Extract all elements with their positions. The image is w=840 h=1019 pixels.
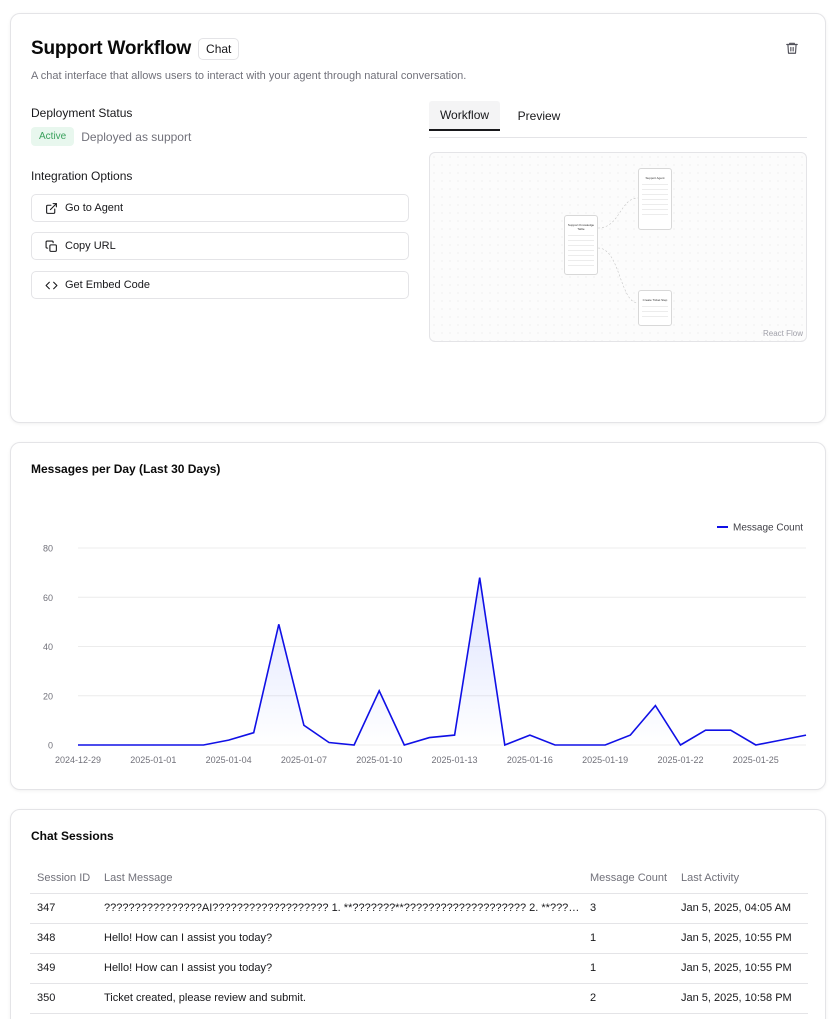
last-message: ????????????????AI??????????????????? 1.…	[97, 893, 583, 924]
tab-preview[interactable]: Preview	[504, 101, 574, 131]
table-row[interactable]: 349 Hello! How can I assist you today? 1…	[30, 953, 808, 984]
sessions-table: Session ID Last Message Message Count La…	[30, 863, 808, 1014]
x-tick-label: 2025-01-04	[206, 755, 252, 765]
table-row[interactable]: 350 Ticket created, please review and su…	[30, 983, 808, 1014]
copy-url-button[interactable]: Copy URL	[31, 232, 409, 260]
last-message: Ticket created, please review and submit…	[97, 983, 583, 1014]
message-count: 1	[583, 923, 674, 954]
x-tick-label: 2025-01-01	[130, 755, 176, 765]
deployment-detail: Deployed as support	[81, 129, 192, 144]
column-header: Session ID	[30, 863, 97, 894]
deployment-status-label: Deployment Status	[31, 106, 133, 120]
session-id: 349	[30, 953, 97, 984]
status-badge: Active	[31, 127, 75, 146]
trash-icon[interactable]	[785, 40, 799, 56]
y-tick-label: 0	[48, 741, 53, 751]
series-area	[78, 577, 806, 745]
y-tick-label: 40	[43, 642, 53, 652]
view-tabs: Workflow Preview	[429, 101, 807, 138]
session-id: 348	[30, 923, 97, 954]
message-count: 1	[583, 953, 674, 984]
flow-node-create-ticket[interactable]: Create Ticket Step	[638, 290, 672, 326]
last-message: Hello! How can I assist you today?	[97, 953, 583, 984]
flow-edges	[597, 197, 639, 304]
session-id: 347	[30, 893, 97, 924]
node-title: Support Knowledge Table	[567, 223, 595, 231]
messages-chart: 0 20 40 60 80 2024-12-29 2025-01-01 2025-01-04 2…	[43, 523, 807, 765]
get-embed-code-label: Get Embed Code	[65, 279, 150, 291]
message-count: 3	[583, 893, 674, 924]
x-tick-label: 2025-01-07	[281, 755, 327, 765]
table-row[interactable]: 348 Hello! How can I assist you today? 1…	[30, 923, 808, 954]
last-activity: Jan 5, 2025, 04:05 AM	[674, 893, 808, 924]
node-title: Create Ticket Step	[642, 298, 668, 302]
sessions-card: Chat Sessions Session ID Last Message Me…	[10, 809, 826, 1019]
integration-options-label: Integration Options	[31, 169, 133, 183]
go-to-agent-button[interactable]: Go to Agent	[31, 194, 409, 222]
workflow-card: Support Workflow Chat A chat interface t…	[10, 13, 826, 423]
y-tick-label: 60	[43, 593, 53, 603]
title-row: Support Workflow Chat	[31, 38, 240, 60]
tab-workflow[interactable]: Workflow	[429, 101, 500, 131]
message-count: 2	[583, 983, 674, 1014]
get-embed-code-button[interactable]: Get Embed Code	[31, 271, 409, 299]
copy-icon	[45, 240, 57, 252]
column-header: Last Message	[97, 863, 583, 894]
x-tick-label: 2025-01-25	[733, 755, 779, 765]
page-title: Support Workflow	[31, 38, 192, 59]
sessions-title: Chat Sessions	[31, 829, 114, 843]
deployment-status: Active Deployed as support	[31, 127, 191, 146]
agent-description: A chat interface that allows users to in…	[31, 70, 467, 82]
session-id: 350	[30, 983, 97, 1014]
node-title: Support Agent	[645, 176, 665, 180]
last-activity: Jan 5, 2025, 10:55 PM	[674, 953, 808, 984]
table-header-row: Session ID Last Message Message Count La…	[30, 863, 808, 894]
y-tick-label: 80	[43, 544, 53, 554]
column-header: Message Count	[583, 863, 674, 894]
column-header: Last Activity	[674, 863, 808, 894]
x-tick-label: 2025-01-10	[356, 755, 402, 765]
last-activity: Jan 5, 2025, 10:55 PM	[674, 923, 808, 954]
flow-node-knowledge-table[interactable]: Support Knowledge Table	[564, 215, 598, 275]
x-tick-label: 2025-01-16	[507, 755, 553, 765]
series-line	[78, 577, 807, 747]
last-activity: Jan 5, 2025, 10:58 PM	[674, 983, 808, 1014]
chart-card: Messages per Day (Last 30 Days) 0 20 40 60 8…	[10, 442, 826, 790]
external-link-icon	[46, 202, 57, 214]
x-tick-label: 2025-01-13	[432, 755, 478, 765]
react-flow-attribution[interactable]: React Flow	[763, 329, 803, 338]
type-badge: Chat	[198, 38, 240, 60]
y-tick-label: 20	[43, 691, 53, 701]
go-to-agent-label: Go to Agent	[65, 202, 124, 214]
workflow-canvas[interactable]: Support Agent Support Knowledge Table Cr…	[429, 152, 807, 342]
code-icon	[45, 281, 58, 289]
table-row[interactable]: 347 ????????????????AI??????????????????…	[30, 893, 808, 924]
last-message: Hello! How can I assist you today?	[97, 923, 583, 954]
legend-label: Message Count	[733, 523, 803, 534]
x-tick-label: 2024-12-29	[55, 755, 101, 765]
x-tick-label: 2025-01-22	[657, 755, 703, 765]
x-tick-label: 2025-01-19	[582, 755, 628, 765]
copy-url-label: Copy URL	[65, 240, 116, 252]
flow-node-support-agent[interactable]: Support Agent	[638, 168, 672, 230]
